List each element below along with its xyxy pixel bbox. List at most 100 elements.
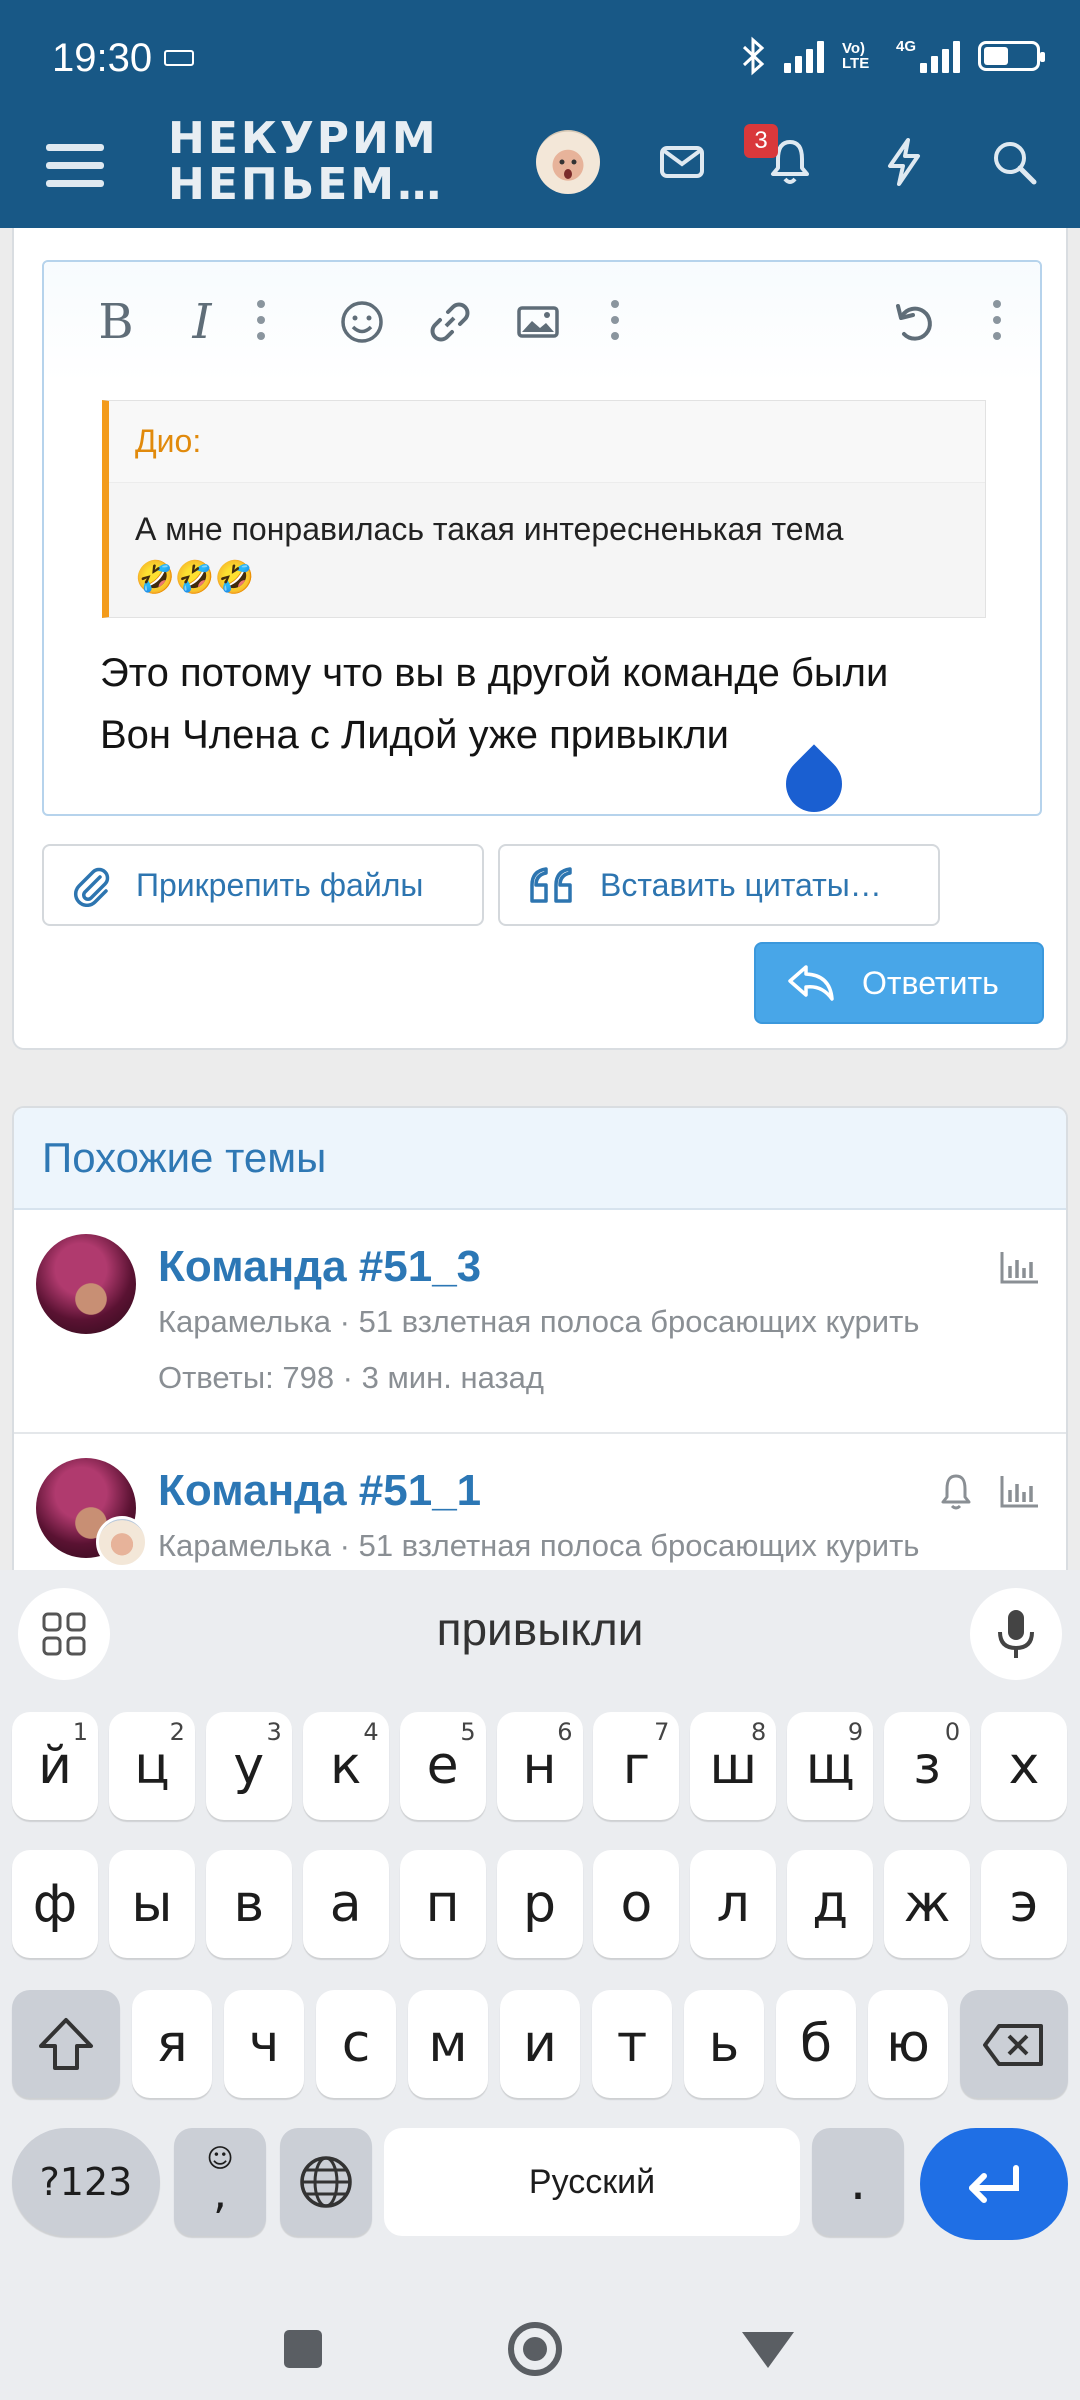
key-в[interactable]: в [205,1850,292,1958]
logo-line-2: НЕПЬЕМ… [168,159,445,210]
battery-icon [978,41,1045,71]
last-poster-avatar[interactable] [96,1516,148,1568]
status-bar: 19:30 Vo) LTE 4G [0,0,1080,110]
key-д[interactable]: д [787,1850,874,1958]
key-ч[interactable]: ч [224,1990,304,2098]
comma-emoji-key[interactable]: ☺ , [174,2128,266,2236]
key-л[interactable]: л [690,1850,777,1958]
language-key[interactable] [280,2128,372,2236]
thread-meta: Карамелька · 51 взлетная полоса бросающи… [158,1528,920,1563]
key-ь[interactable]: ь [684,1990,764,2098]
user-avatar[interactable] [536,130,600,194]
enter-icon [969,2165,1019,2203]
period-key[interactable]: . [812,2128,904,2236]
logo-line-1: НЕКУРИМ [168,113,439,164]
message-line-2: Вон Члена с Лидой уже привыкли [100,713,730,757]
key-я[interactable]: я [132,1990,212,2098]
key-о[interactable]: о [593,1850,680,1958]
image-icon[interactable] [510,294,566,350]
attach-files-button[interactable]: Прикрепить файлы [42,844,484,926]
thread-item[interactable]: Команда #51_1 Карамелька · 51 взлетная п… [14,1434,1066,1574]
thread-author-avatar[interactable] [36,1234,136,1334]
home-button[interactable] [508,2322,562,2376]
key-з[interactable]: з0 [884,1712,971,1820]
whats-new-lightning-icon[interactable] [874,132,934,192]
symbols-key[interactable]: ?123 [12,2128,160,2236]
key-й[interactable]: й1 [12,1712,98,1820]
volte-label: Vo) LTE [841,40,870,72]
search-icon[interactable] [984,132,1044,192]
bold-button[interactable]: B [88,294,144,350]
signal-strength-icon [783,39,824,73]
poll-chart-icon [1000,1252,1038,1284]
key-ы[interactable]: ы [108,1850,195,1958]
key-г[interactable]: г7 [593,1712,680,1820]
quote-icon [530,867,572,903]
poll-chart-icon [1000,1476,1038,1508]
similar-threads: Похожие темы Команда #51_3 Карамелька · … [12,1106,1068,1576]
key-р[interactable]: р [496,1850,583,1958]
menu-icon[interactable] [44,134,108,198]
italic-button[interactable]: I [174,294,230,350]
undo-icon[interactable] [886,294,942,350]
emoji-icon[interactable] [334,294,390,350]
more-insert-icon[interactable] [610,300,620,348]
thread-title[interactable]: Команда #51_3 [158,1242,481,1292]
key-п[interactable]: п [399,1850,486,1958]
key-щ[interactable]: щ9 [787,1712,874,1820]
key-б[interactable]: б [776,1990,856,2098]
key-ц[interactable]: ц2 [108,1712,195,1820]
key-ш[interactable]: ш8 [690,1712,777,1820]
quote-author: Дио: [109,401,985,483]
enter-key[interactable] [920,2128,1068,2240]
more-formatting-icon[interactable] [256,300,266,348]
key-ф[interactable]: ф [12,1850,98,1958]
reply-button[interactable]: Ответить [754,942,1044,1024]
key-и[interactable]: и [500,1990,580,2098]
more-options-icon[interactable] [992,300,1002,348]
key-ю[interactable]: ю [868,1990,948,2098]
emoji-small-icon: ☺ [206,2144,234,2174]
site-logo[interactable]: НЕКУРИМ НЕПЬЕМ… [168,116,444,208]
word-suggestion[interactable]: привыкли [0,1602,1080,1656]
comma-label: , [213,2168,227,2219]
key-м[interactable]: м [408,1990,488,2098]
thread-title[interactable]: Команда #51_1 [158,1466,481,1516]
key-е[interactable]: е5 [399,1712,486,1820]
status-icons: Vo) LTE 4G [740,34,1045,78]
insert-quotes-button[interactable]: Вставить цитаты… [498,844,940,926]
quote-content: А мне понравилась такая интересненькая т… [109,483,985,623]
key-э[interactable]: э [981,1850,1067,1958]
editor-toolbar: B I [44,262,1040,382]
quote-text: А мне понравилась такая интересненькая т… [135,511,844,547]
space-key[interactable]: Русский [384,2128,800,2236]
key-к[interactable]: к4 [302,1712,389,1820]
attach-files-label: Прикрепить файлы [136,866,424,903]
backspace-key[interactable] [960,1990,1068,2098]
inbox-icon[interactable] [652,132,712,192]
system-navigation-bar [0,2292,1080,2400]
reply-label: Ответить [862,964,999,1001]
status-time: 19:30 [52,36,153,80]
message-text[interactable]: Это потому что вы в другой команде были … [100,642,1020,766]
notification-badge: 3 [744,124,778,158]
key-х[interactable]: х [981,1712,1067,1820]
key-у[interactable]: у3 [205,1712,292,1820]
message-editor[interactable]: B I Дио: А мне понравилась такая интерес… [42,260,1042,824]
key-н[interactable]: н6 [496,1712,583,1820]
key-с[interactable]: с [316,1990,396,2098]
top-navigation: НЕКУРИМ НЕПЬЕМ… 3 [0,110,1080,228]
recents-button[interactable] [284,2330,322,2368]
globe-icon [300,2156,352,2208]
shift-key[interactable] [12,1990,120,2098]
link-icon[interactable] [422,294,478,350]
key-а[interactable]: а [302,1850,389,1958]
onscreen-keyboard: привыкли й1ц2у3к4е5н6г7ш8щ9з0х фывапролдж… [0,1570,1080,2292]
back-button[interactable] [742,2332,794,2368]
key-т[interactable]: т [592,1990,672,2098]
key-ж[interactable]: ж [884,1850,971,1958]
thread-item[interactable]: Команда #51_3 Карамелька · 51 взлетная п… [14,1210,1066,1434]
keyboard-indicator-icon [164,50,194,66]
thread-stats: Ответы: 798 · 3 мин. назад [158,1360,545,1395]
microphone-icon[interactable] [970,1588,1062,1680]
